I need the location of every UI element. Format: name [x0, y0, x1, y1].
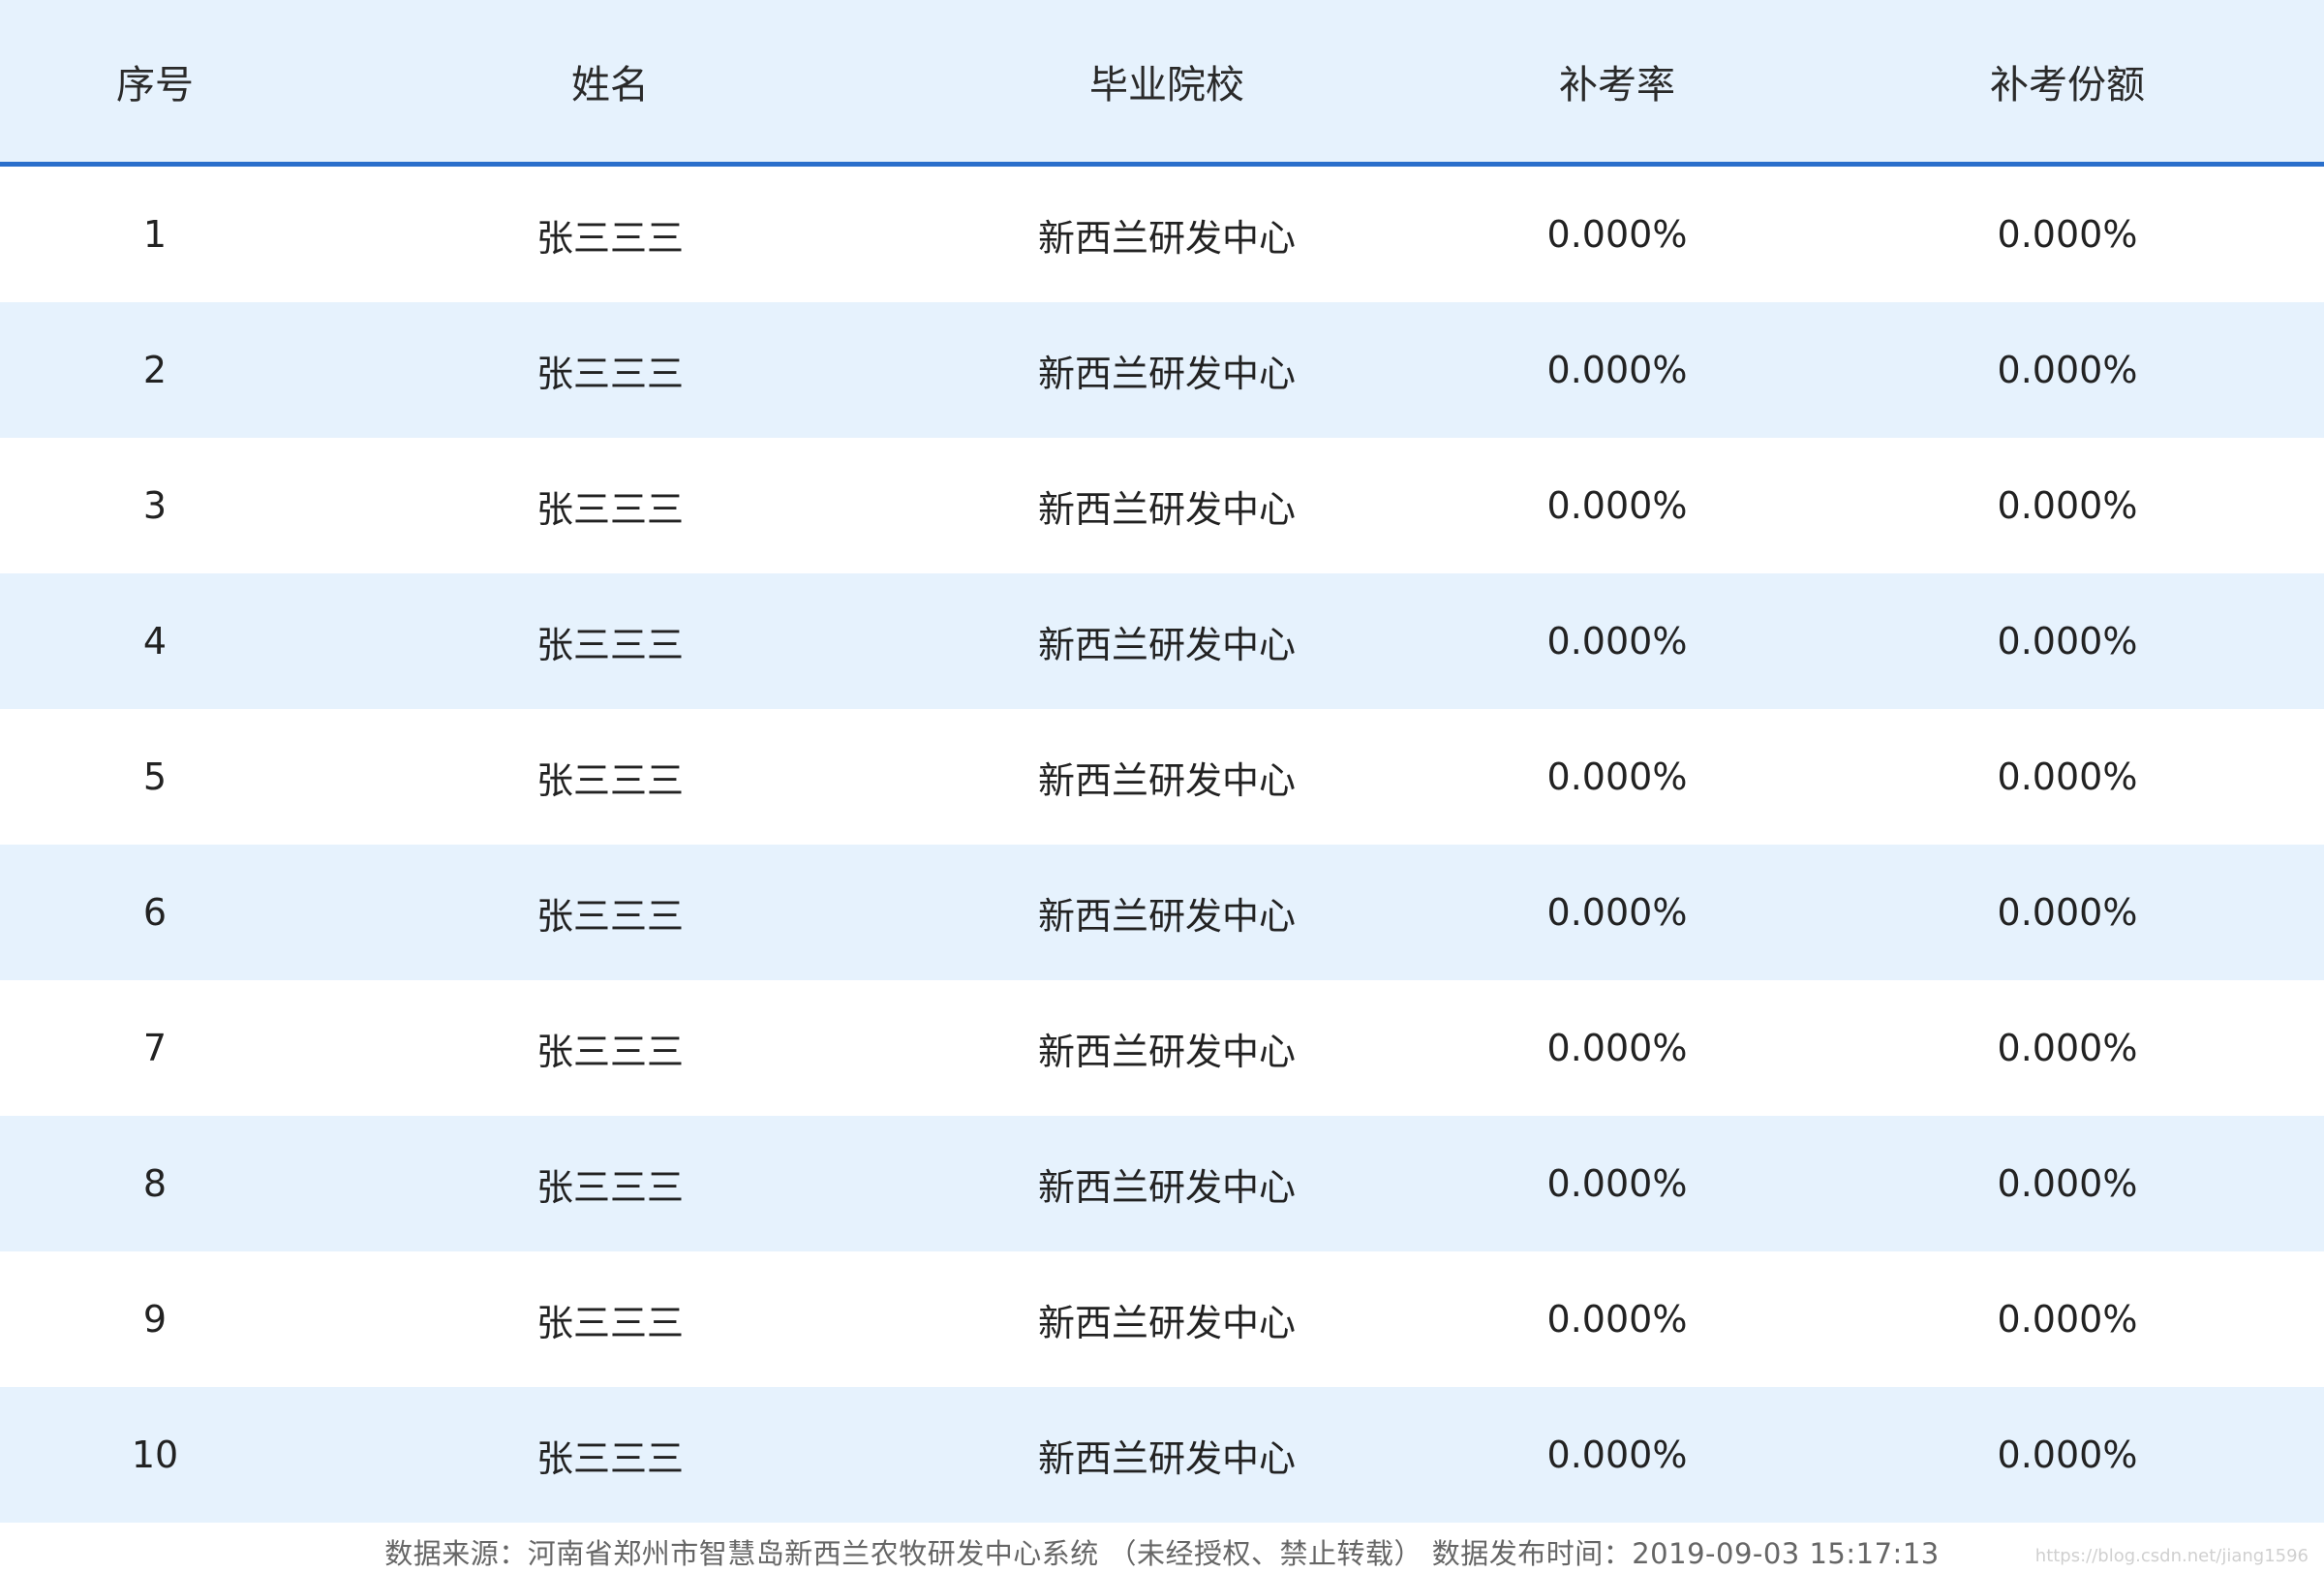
- cell-retake-rate: 0.000%: [1546, 1434, 1688, 1476]
- table-row[interactable]: 4 张三三三 新西兰研发中心 0.000% 0.000%: [0, 573, 2324, 709]
- data-source-footer: 数据来源：河南省郑州市智慧岛新西兰农牧研发中心系统 （未经授权、禁止转载） 数据…: [384, 1537, 1940, 1570]
- cell-name: 张三三三: [535, 623, 684, 666]
- cell-index: 6: [142, 891, 168, 934]
- cell-retake-rate: 0.000%: [1546, 484, 1688, 527]
- cell-retake-share: 0.000%: [1997, 484, 2138, 527]
- cell-retake-rate: 0.000%: [1546, 1162, 1688, 1205]
- cell-retake-rate: 0.000%: [1546, 213, 1688, 256]
- cell-name: 张三三三: [535, 758, 684, 802]
- data-table: 序号 姓名 毕业院校 补考率 补考份额 1 张三三三 新西兰研发中心 0.000…: [0, 0, 2324, 1523]
- cell-index: 1: [142, 213, 168, 256]
- cell-school: 新西兰研发中心: [1037, 216, 1296, 260]
- cell-name: 张三三三: [535, 1436, 684, 1480]
- cell-retake-share: 0.000%: [1997, 349, 2138, 391]
- cell-index: 8: [142, 1162, 168, 1205]
- table-row[interactable]: 7 张三三三 新西兰研发中心 0.000% 0.000%: [0, 980, 2324, 1116]
- cell-school: 新西兰研发中心: [1037, 894, 1296, 938]
- cell-retake-rate: 0.000%: [1546, 349, 1688, 391]
- cell-name: 张三三三: [535, 487, 684, 531]
- table-row[interactable]: 9 张三三三 新西兰研发中心 0.000% 0.000%: [0, 1251, 2324, 1387]
- cell-retake-share: 0.000%: [1997, 1298, 2138, 1341]
- cell-index: 2: [142, 349, 168, 391]
- cell-index: 5: [142, 756, 168, 798]
- cell-school: 新西兰研发中心: [1037, 1165, 1296, 1209]
- cell-retake-share: 0.000%: [1997, 756, 2138, 798]
- cell-index: 7: [142, 1027, 168, 1069]
- cell-retake-share: 0.000%: [1997, 891, 2138, 934]
- cell-name: 张三三三: [535, 1301, 684, 1344]
- cell-retake-rate: 0.000%: [1546, 756, 1688, 798]
- table-row[interactable]: 5 张三三三 新西兰研发中心 0.000% 0.000%: [0, 709, 2324, 845]
- column-header-index[interactable]: 序号: [0, 0, 310, 162]
- cell-name: 张三三三: [535, 1030, 684, 1073]
- blog-watermark: https://blog.csdn.net/jiang1596: [2034, 1546, 2309, 1566]
- cell-retake-share: 0.000%: [1997, 1162, 2138, 1205]
- table-row[interactable]: 2 张三三三 新西兰研发中心 0.000% 0.000%: [0, 302, 2324, 438]
- cell-school: 新西兰研发中心: [1037, 487, 1296, 531]
- cell-school: 新西兰研发中心: [1037, 758, 1296, 802]
- table-header: 序号 姓名 毕业院校 补考率 补考份额: [0, 0, 2324, 167]
- table-row[interactable]: 1 张三三三 新西兰研发中心 0.000% 0.000%: [0, 167, 2324, 302]
- cell-retake-rate: 0.000%: [1546, 1298, 1688, 1341]
- cell-name: 张三三三: [535, 352, 684, 395]
- cell-name: 张三三三: [535, 216, 684, 260]
- cell-retake-share: 0.000%: [1997, 1434, 2138, 1476]
- cell-retake-share: 0.000%: [1997, 213, 2138, 256]
- cell-school: 新西兰研发中心: [1037, 1030, 1296, 1073]
- cell-retake-share: 0.000%: [1997, 1027, 2138, 1069]
- cell-school: 新西兰研发中心: [1037, 352, 1296, 395]
- cell-name: 张三三三: [535, 894, 684, 938]
- cell-index: 3: [142, 484, 168, 527]
- table-row[interactable]: 3 张三三三 新西兰研发中心 0.000% 0.000%: [0, 438, 2324, 573]
- column-header-retake-rate[interactable]: 补考率: [1423, 0, 1811, 162]
- column-header-school[interactable]: 毕业院校: [910, 0, 1423, 162]
- table-row[interactable]: 6 张三三三 新西兰研发中心 0.000% 0.000%: [0, 845, 2324, 980]
- cell-school: 新西兰研发中心: [1037, 1436, 1296, 1480]
- cell-school: 新西兰研发中心: [1037, 623, 1296, 666]
- column-header-retake-share[interactable]: 补考份额: [1811, 0, 2324, 162]
- column-header-name[interactable]: 姓名: [310, 0, 910, 162]
- cell-index: 4: [142, 620, 168, 663]
- cell-index: 10: [131, 1434, 179, 1476]
- table-row[interactable]: 10 张三三三 新西兰研发中心 0.000% 0.000%: [0, 1387, 2324, 1523]
- cell-index: 9: [142, 1298, 168, 1341]
- cell-school: 新西兰研发中心: [1037, 1301, 1296, 1344]
- cell-retake-share: 0.000%: [1997, 620, 2138, 663]
- cell-name: 张三三三: [535, 1165, 684, 1209]
- cell-retake-rate: 0.000%: [1546, 891, 1688, 934]
- cell-retake-rate: 0.000%: [1546, 1027, 1688, 1069]
- table-row[interactable]: 8 张三三三 新西兰研发中心 0.000% 0.000%: [0, 1116, 2324, 1251]
- cell-retake-rate: 0.000%: [1546, 620, 1688, 663]
